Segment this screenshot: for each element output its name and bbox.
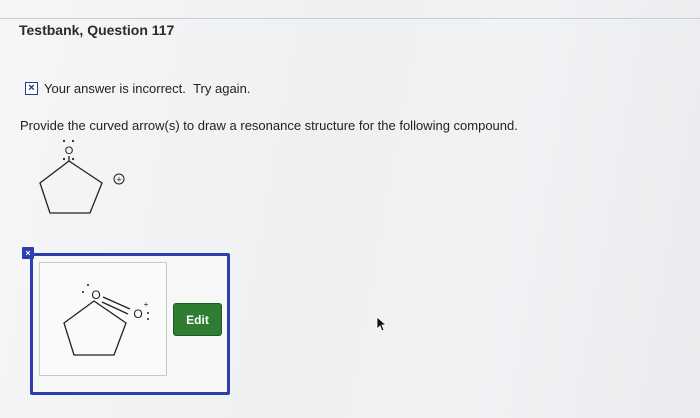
lone-pair-dot (147, 312, 149, 314)
oxygen-label: O (65, 145, 74, 157)
question-page: Testbank, Question 117 × Your answer is … (0, 0, 700, 418)
answer-structure: O O + (63, 284, 149, 356)
page-title: Testbank, Question 117 (19, 22, 175, 38)
header-divider (0, 18, 700, 19)
exo-oxygen-label: O (133, 307, 142, 321)
lone-pair-dot (147, 318, 149, 320)
ring-oxygen-label: O (91, 288, 100, 302)
feedback-message: Your answer is incorrect. Try again. (44, 81, 251, 96)
exocyclic-bond (102, 296, 131, 310)
lone-pair-dot (71, 139, 75, 143)
mouse-cursor-icon (376, 316, 388, 332)
feedback-banner: × Your answer is incorrect. Try again. (25, 81, 250, 96)
exocyclic-bond (101, 301, 129, 315)
lone-pair-dot (62, 157, 66, 161)
question-prompt: Provide the curved arrow(s) to draw a re… (20, 118, 518, 133)
lone-pair-dot (82, 291, 84, 293)
lone-pair-dot (71, 157, 75, 161)
cyclopentane-ring (39, 160, 103, 214)
positive-charge-label: + (116, 175, 121, 185)
given-compound-structure: O + (39, 139, 125, 214)
answer-drawing-canvas[interactable]: O O + (39, 262, 167, 376)
positive-charge-label: + (144, 300, 149, 309)
incorrect-x-icon: × (25, 82, 38, 95)
answer-incorrect-flag-icon: × (22, 247, 34, 259)
lone-pair-dot (87, 284, 89, 286)
edit-button[interactable]: Edit (173, 303, 222, 336)
lone-pair-dot (62, 139, 66, 143)
